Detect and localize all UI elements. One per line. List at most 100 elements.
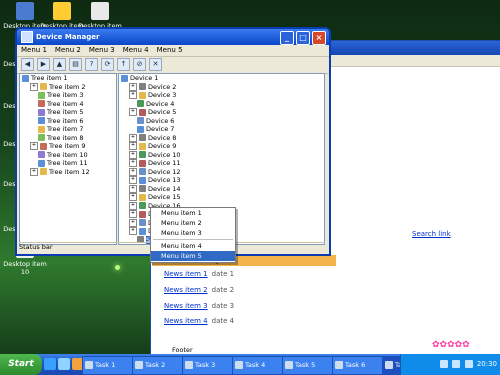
tree-node[interactable]: + Device 15 (119, 193, 324, 202)
expand-icon[interactable]: + (129, 142, 137, 151)
tree-node-label: Device 7 (146, 125, 175, 134)
tree-node[interactable]: + Tree item 12 (20, 167, 116, 177)
tree-node-label: Device 3 (148, 91, 177, 100)
news-item[interactable]: News item 3 date 3 (164, 302, 234, 310)
context-menu-item[interactable]: Menu item 3 (151, 228, 235, 238)
tree-node[interactable]: + Device 2 (119, 82, 324, 92)
tree-node-label: Tree item 6 (47, 116, 84, 125)
tree-node[interactable]: Device 4 (119, 100, 324, 109)
tree-node-label: Tree item 2 (49, 82, 86, 91)
tree-node[interactable]: Device 6 (119, 117, 324, 126)
expand-icon[interactable]: + (30, 142, 38, 151)
expand-icon[interactable]: + (129, 167, 137, 176)
help-icon[interactable]: ? (85, 58, 98, 71)
tree-node[interactable]: + Device 14 (119, 184, 324, 194)
tree-node[interactable]: Tree item 3 (20, 91, 116, 100)
search-link[interactable]: Search link (412, 230, 451, 238)
tree-node-label: Tree item 7 (47, 125, 84, 134)
expand-icon[interactable]: + (129, 176, 137, 185)
tree-node[interactable]: + Device 3 (119, 91, 324, 100)
news-link[interactable]: News item 4 (164, 317, 208, 325)
news-link[interactable]: News item 3 (164, 302, 208, 310)
tree-node[interactable]: Device 1 (119, 74, 324, 83)
scan-icon[interactable]: ⟳ (101, 58, 114, 71)
dm-menu-item[interactable]: Menu 1 (21, 45, 47, 56)
tree-node[interactable]: Tree item 11 (20, 159, 116, 168)
dm-menu-item[interactable]: Menu 5 (157, 45, 183, 56)
system-tray: 20:30 (400, 354, 500, 375)
maximize-button[interactable]: □ (296, 31, 310, 45)
tree-node[interactable]: Tree item 6 (20, 117, 116, 126)
dm-left-tree[interactable]: Tree item 1 + Tree item 2 Tree item 3 Tree i… (19, 73, 117, 245)
tree-node[interactable]: Tree item 8 (20, 134, 116, 143)
tree-node[interactable]: Tree item 10 (20, 151, 116, 160)
tree-node[interactable]: + Device 5 (119, 108, 324, 117)
tree-node[interactable]: Device 7 (119, 125, 324, 134)
up-icon[interactable]: ▲ (53, 58, 66, 71)
context-menu-item[interactable]: Menu item 4 (151, 241, 235, 251)
update-icon[interactable]: ↑ (117, 58, 130, 71)
taskbar-label: Task 4 (245, 361, 266, 369)
dm-menu-item[interactable]: Menu 3 (89, 45, 115, 56)
news-item[interactable]: News item 4 date 4 (164, 317, 234, 325)
expand-icon[interactable]: + (129, 150, 137, 159)
expand-icon[interactable]: + (129, 184, 137, 193)
tree-node[interactable]: Tree item 5 (20, 108, 116, 117)
tree-node[interactable]: + Device 12 (119, 167, 324, 177)
context-menu-item[interactable]: Menu item 2 (151, 218, 235, 228)
expand-icon[interactable]: + (30, 167, 38, 176)
tree-node[interactable]: + Device 10 (119, 150, 324, 160)
tree-node-label: Device 6 (146, 116, 175, 125)
news-link[interactable]: News item 1 (164, 270, 208, 278)
tree-node[interactable]: Tree item 7 (20, 125, 116, 134)
expand-icon[interactable]: + (129, 201, 137, 210)
taskbar-label: Task 2 (145, 361, 166, 369)
expand-icon[interactable]: + (129, 133, 137, 142)
app-icon (85, 361, 93, 369)
news-item[interactable]: News item 1 date 1 (164, 270, 234, 278)
network-icon[interactable] (452, 360, 461, 368)
start-button[interactable]: Start (0, 354, 42, 375)
dm-titlebar[interactable]: Device Manager _ □ × (17, 29, 329, 45)
uninstall-icon[interactable]: ✕ (149, 58, 162, 71)
context-menu-item[interactable]: Menu item 1 (151, 208, 235, 218)
expand-icon[interactable]: + (129, 193, 137, 202)
device-icon (38, 100, 45, 108)
tree-node[interactable]: + Tree item 9 (20, 142, 116, 151)
forward-icon[interactable]: ▶ (37, 58, 50, 71)
show-desktop-icon[interactable] (58, 358, 70, 370)
im-icon[interactable] (464, 360, 473, 368)
properties-menu-item[interactable]: Menu item 5 (151, 251, 235, 261)
volume-icon[interactable] (440, 360, 449, 368)
expand-icon[interactable]: + (129, 108, 137, 117)
news-item[interactable]: News item 2 date 2 (164, 286, 234, 294)
properties-icon[interactable]: ▤ (69, 58, 82, 71)
device-icon (139, 134, 146, 142)
tree-node[interactable]: + Device 8 (119, 133, 324, 143)
tree-node[interactable]: + Device 11 (119, 159, 324, 168)
tree-node[interactable]: Tree item 1 (20, 74, 116, 83)
close-button[interactable]: × (312, 31, 326, 45)
device-icon (139, 151, 146, 159)
expand-icon[interactable]: + (129, 210, 137, 219)
expand-icon[interactable]: + (129, 82, 137, 91)
tree-node[interactable]: + Tree item 2 (20, 82, 116, 92)
minimize-button[interactable]: _ (280, 31, 294, 45)
tree-node[interactable]: + Device 13 (119, 176, 324, 185)
device-icon (38, 91, 45, 99)
expand-icon[interactable]: + (30, 82, 38, 91)
dm-menu-item[interactable]: Menu 2 (55, 45, 81, 56)
expand-icon[interactable]: + (129, 227, 137, 236)
browser-icon[interactable] (44, 358, 56, 370)
expand-icon[interactable]: + (129, 218, 137, 227)
dm-menu-item[interactable]: Menu 4 (123, 45, 149, 56)
back-icon[interactable]: ◀ (21, 58, 34, 71)
context-menu[interactable]: Menu item 1 Menu item 2 Menu item 3 Menu it… (150, 207, 236, 263)
news-link[interactable]: News item 2 (164, 286, 208, 294)
expand-icon[interactable]: + (129, 159, 137, 168)
tree-node[interactable]: + Device 9 (119, 142, 324, 151)
tree-node[interactable]: Tree item 4 (20, 100, 116, 109)
disable-icon[interactable]: ⊘ (133, 58, 146, 71)
expand-icon[interactable]: + (129, 91, 137, 100)
watermark-logo: ✿✿✿✿✿ (432, 340, 470, 350)
